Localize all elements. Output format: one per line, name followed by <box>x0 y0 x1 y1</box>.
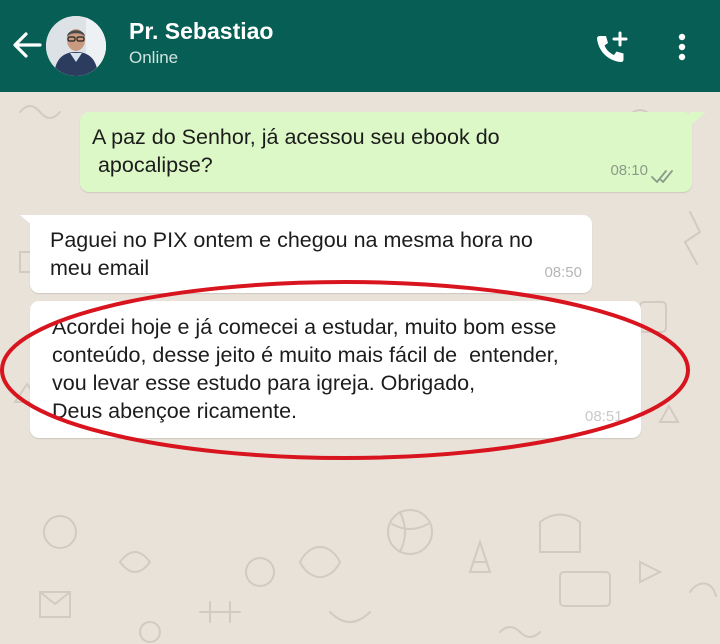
message-text-line: conteúdo, desse jeito é muito mais fácil… <box>52 343 559 367</box>
outgoing-message[interactable]: A paz do Senhor, já acessou seu ebook do… <box>80 112 692 192</box>
message-text-line: Deus abençoe ricamente. <box>52 399 298 423</box>
message-text-line: Paguei no PIX ontem e chegou na mesma ho… <box>50 228 533 252</box>
message-text-line: apocalipse? <box>92 153 213 177</box>
message-time: 08:51 <box>585 408 623 425</box>
contact-name[interactable]: Pr. Sebastiao <box>129 18 273 45</box>
chat-header: Pr. Sebastiao Online <box>0 0 720 92</box>
bubble-tail <box>690 112 706 126</box>
incoming-message[interactable]: Paguei no PIX ontem e chegou na mesma ho… <box>30 215 592 293</box>
message-text-line: Acordei hoje e já comecei a estudar, mui… <box>52 315 557 339</box>
avatar[interactable] <box>46 16 106 76</box>
add-call-icon[interactable] <box>592 30 632 66</box>
incoming-message[interactable]: Acordei hoje e já comecei a estudar, mui… <box>30 301 641 438</box>
message-text-line: A paz do Senhor, já acessou seu ebook do <box>92 125 500 149</box>
arrow-left-icon[interactable] <box>10 28 44 62</box>
message-time: 08:10 <box>610 162 648 179</box>
contact-status: Online <box>129 48 179 67</box>
message-text-line: vou levar esse estudo para igreja. Obrig… <box>52 371 476 395</box>
double-check-icon <box>651 170 673 183</box>
more-vertical-icon[interactable] <box>668 30 696 66</box>
message-text-line: meu email <box>50 256 150 280</box>
message-time: 08:50 <box>544 264 582 281</box>
